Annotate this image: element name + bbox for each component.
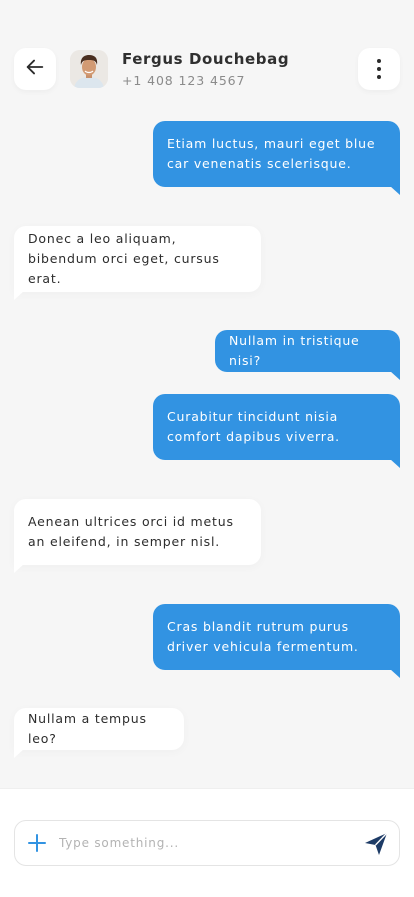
message-outgoing: Nullam in tristique nisi? [215, 330, 400, 380]
message-incoming: Donec a leo aliquam, bibendum orci eget,… [14, 226, 261, 300]
message-outgoing: Curabitur tincidunt nisia comfort dapibu… [153, 394, 400, 468]
send-icon[interactable] [363, 831, 389, 857]
plus-icon[interactable] [27, 833, 47, 853]
chat-header: Fergus Douchebag +1 408 123 4567 [0, 0, 414, 110]
message-outgoing: Etiam luctus, mauri eget blue car venena… [153, 121, 400, 195]
composer-bar [0, 788, 414, 897]
back-button[interactable] [14, 48, 56, 90]
message-input[interactable] [59, 831, 349, 855]
message-incoming: Aenean ultrices orci id metus an eleifen… [14, 499, 261, 573]
avatar[interactable] [70, 50, 108, 88]
more-vertical-icon [377, 59, 381, 79]
composer [14, 820, 400, 866]
contact-phone: +1 408 123 4567 [122, 73, 246, 88]
message-incoming: Nullam a tempus leo? [14, 708, 184, 758]
contact-name: Fergus Douchebag [122, 50, 290, 68]
arrow-left-icon [24, 56, 46, 82]
message-outgoing: Cras blandit rutrum purus driver vehicul… [153, 604, 400, 678]
more-options-button[interactable] [358, 48, 400, 90]
